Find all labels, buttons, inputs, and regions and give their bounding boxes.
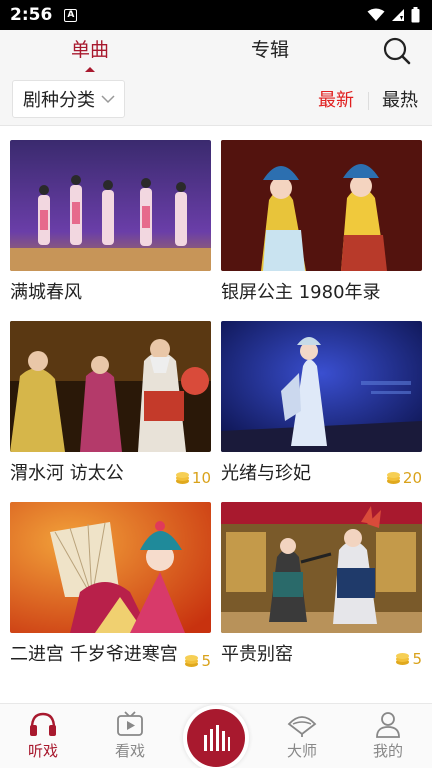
tab-album[interactable]: 专辑 <box>230 30 310 74</box>
equalizer-icon <box>204 725 230 751</box>
sort-latest-button[interactable]: 最新 <box>318 86 354 112</box>
track-card[interactable]: 银屏公主 1980年录 <box>221 140 422 303</box>
coin-price: 5 <box>184 652 211 670</box>
track-title: 二进宫 千岁爷进寒宫 <box>10 644 178 665</box>
track-thumbnail <box>10 502 211 633</box>
wifi-icon <box>367 8 385 21</box>
track-card[interactable]: 平贵别窑 5 <box>221 502 422 668</box>
bottom-nav: 听戏 看戏 大师 我的 <box>0 703 432 768</box>
track-grid: 满城春风 银屏公主 1980年录 渭水河 访太公 10 光绪与珍妃 20 二进宫… <box>0 126 432 703</box>
tab-single-label: 单曲 <box>70 39 109 61</box>
coin-amount: 20 <box>402 469 422 487</box>
track-title: 银屏公主 1980年录 <box>221 282 381 303</box>
nav-masters-label: 大师 <box>286 742 317 760</box>
filter-bar: 剧种分类 最新 最热 <box>0 74 432 126</box>
track-card[interactable]: 渭水河 访太公 10 <box>10 321 211 487</box>
active-tab-indicator <box>85 67 95 72</box>
category-dropdown[interactable]: 剧种分类 <box>12 80 125 118</box>
nav-listen[interactable]: 听戏 <box>13 710 73 761</box>
nav-masters[interactable]: 大师 <box>272 710 332 761</box>
track-thumbnail <box>10 321 211 452</box>
chevron-down-icon <box>101 94 115 103</box>
coin-price: 10 <box>175 469 211 487</box>
track-card[interactable]: 光绪与珍妃 20 <box>221 321 422 487</box>
sort-divider <box>368 92 369 110</box>
nav-mine-label: 我的 <box>372 742 403 760</box>
sort-hot-button[interactable]: 最热 <box>382 86 418 112</box>
tab-single[interactable]: 单曲 <box>50 30 130 74</box>
coin-icon <box>386 472 400 484</box>
top-tab-bar: 单曲 专辑 <box>0 30 432 74</box>
coin-icon <box>396 653 410 665</box>
now-playing-button[interactable] <box>187 709 245 767</box>
fan-icon <box>287 716 317 737</box>
status-bar: 2:56 A <box>0 0 432 30</box>
coin-price: 20 <box>386 469 422 487</box>
track-title: 平贵别窑 <box>221 644 293 665</box>
track-card[interactable]: 满城春风 <box>10 140 211 303</box>
coin-price: 5 <box>395 650 422 668</box>
notification-icon: A <box>64 8 78 22</box>
coin-amount: 10 <box>191 469 211 487</box>
headphones-icon <box>30 712 56 736</box>
track-card[interactable]: 二进宫 千岁爷进寒宫 5 <box>10 502 211 670</box>
signal-icon <box>392 9 404 21</box>
track-thumbnail <box>221 321 422 452</box>
battery-icon <box>411 7 420 23</box>
track-title: 渭水河 访太公 <box>10 463 124 484</box>
nav-watch-label: 看戏 <box>114 742 145 760</box>
nav-watch[interactable]: 看戏 <box>100 710 160 761</box>
track-title: 光绪与珍妃 <box>221 463 311 484</box>
nav-listen-label: 听戏 <box>27 742 58 760</box>
coin-amount: 5 <box>412 650 422 668</box>
search-icon <box>383 37 411 65</box>
coin-icon <box>175 472 189 484</box>
track-thumbnail <box>221 502 422 633</box>
coin-amount: 5 <box>201 652 211 670</box>
track-title: 满城春风 <box>10 282 82 303</box>
track-thumbnail <box>221 140 422 271</box>
search-button[interactable] <box>382 36 412 66</box>
user-icon <box>376 712 400 738</box>
tab-album-label: 专辑 <box>250 39 289 61</box>
tv-icon <box>117 711 143 736</box>
status-time: 2:56 <box>10 5 53 25</box>
nav-mine[interactable]: 我的 <box>358 710 418 761</box>
coin-icon <box>185 655 199 667</box>
category-dropdown-label: 剧种分类 <box>23 90 95 111</box>
track-thumbnail <box>10 140 211 271</box>
